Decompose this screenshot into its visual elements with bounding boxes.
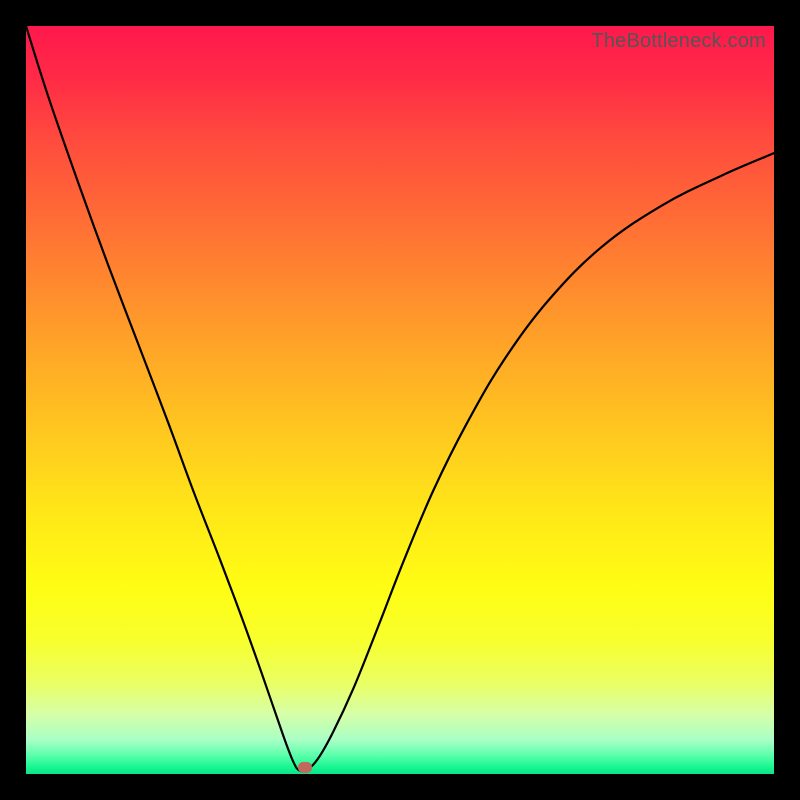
bottleneck-curve (26, 26, 774, 774)
chart-frame: TheBottleneck.com (0, 0, 800, 800)
optimum-marker (298, 762, 312, 773)
plot-area: TheBottleneck.com (26, 26, 774, 774)
